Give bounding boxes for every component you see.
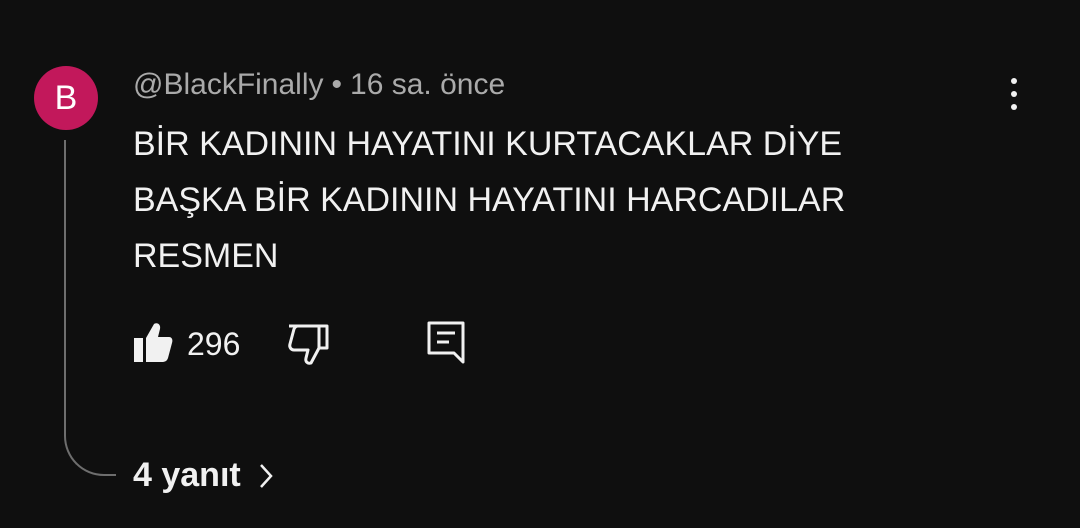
comment-line: BİR KADININ HAYATINI KURTACAKLAR DİYE [133,125,843,163]
thread-line [64,140,116,476]
comment-line: RESMEN [133,237,279,275]
meta-separator: • [331,68,343,101]
comment-text: BİR KADININ HAYATINI KURTACAKLAR DİYE BA… [133,116,1013,284]
view-replies-button[interactable]: 4 yanıt [133,456,273,495]
chevron-right-icon [259,463,273,488]
comment-meta: @BlackFinally • 16 sa. önce [133,68,505,102]
avatar[interactable]: B [34,66,98,130]
like-button[interactable] [132,320,174,364]
replies-label: 4 yanıt [133,456,241,494]
like-count: 296 [187,326,241,362]
avatar-letter: B [54,78,78,117]
comment-time: 16 sa. önce [350,68,506,101]
dislike-button[interactable] [286,322,330,366]
thumbs-down-icon [288,324,329,365]
more-vertical-icon [1011,78,1017,84]
author-name[interactable]: @BlackFinally [133,68,324,101]
reply-button[interactable] [426,320,466,364]
more-options-button[interactable] [994,72,1034,116]
thumbs-up-icon [134,323,173,362]
comment-reply-icon [427,321,465,364]
comment-line: BAŞKA BİR KADININ HAYATINI HARCADILAR [133,181,846,219]
